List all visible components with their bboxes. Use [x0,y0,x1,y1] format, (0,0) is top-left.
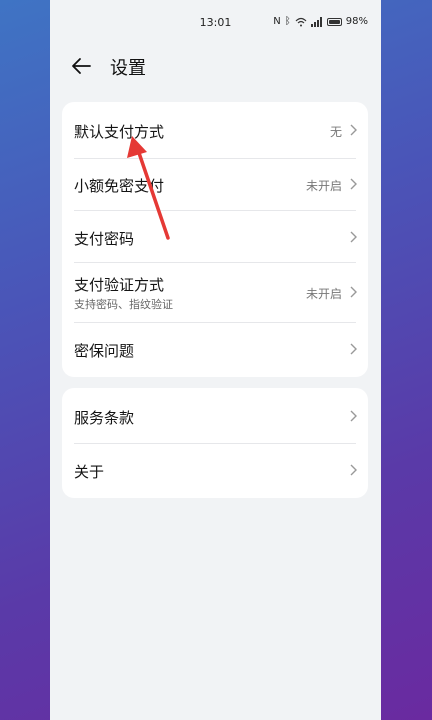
payment-settings-card: 默认支付方式 无 小额免密支付 未开启 支付密码 支付验证方式 支持密码、指纹验… [62,102,368,377]
battery-percent: 98% [345,16,368,27]
chevron-right-icon [350,410,357,422]
status-bar: 13:01 N ᛒ 98% [50,0,381,46]
payment-password-row[interactable]: 支付密码 [62,211,368,262]
chevron-right-icon [350,231,357,243]
arrow-left-icon [72,58,91,74]
row-label: 支付密码 [74,230,135,248]
page-title: 设置 [110,58,146,79]
chevron-right-icon [350,124,357,136]
status-icons: N ᛒ 98% [273,16,368,27]
row-label: 密保问题 [74,342,135,360]
battery-icon [326,17,342,26]
row-label: 小额免密支付 [74,177,165,195]
row-value: 无 [329,125,342,139]
row-label: 默认支付方式 [74,123,165,141]
small-amount-password-free-row[interactable]: 小额免密支付 未开启 [62,159,368,210]
phone-screen: 13:01 N ᛒ 98% 设置 默认支付方式 无 小额免密支付 未开启 支付密… [50,0,381,720]
payment-verification-row[interactable]: 支付验证方式 支持密码、指纹验证 未开启 [62,263,368,322]
chevron-right-icon [350,464,357,476]
row-value: 未开启 [305,179,342,193]
about-row[interactable]: 关于 [62,444,368,498]
wifi-icon [295,17,307,26]
row-label: 服务条款 [74,409,135,427]
chevron-right-icon [350,178,357,190]
row-sublabel: 支持密码、指纹验证 [74,298,173,311]
default-payment-method-row[interactable]: 默认支付方式 无 [62,102,368,158]
chevron-right-icon [350,286,357,298]
bluetooth-icon: ᛒ [284,16,291,27]
back-button[interactable] [68,52,96,80]
info-card: 服务条款 关于 [62,388,368,498]
row-label: 支付验证方式 [74,276,165,294]
page-header: 设置 [50,46,381,90]
security-question-row[interactable]: 密保问题 [62,323,368,377]
row-label: 关于 [74,463,105,481]
terms-of-service-row[interactable]: 服务条款 [62,388,368,443]
row-value: 未开启 [305,287,342,301]
signal-icon [310,16,322,27]
chevron-right-icon [350,343,357,355]
nfc-icon: N [273,16,281,27]
